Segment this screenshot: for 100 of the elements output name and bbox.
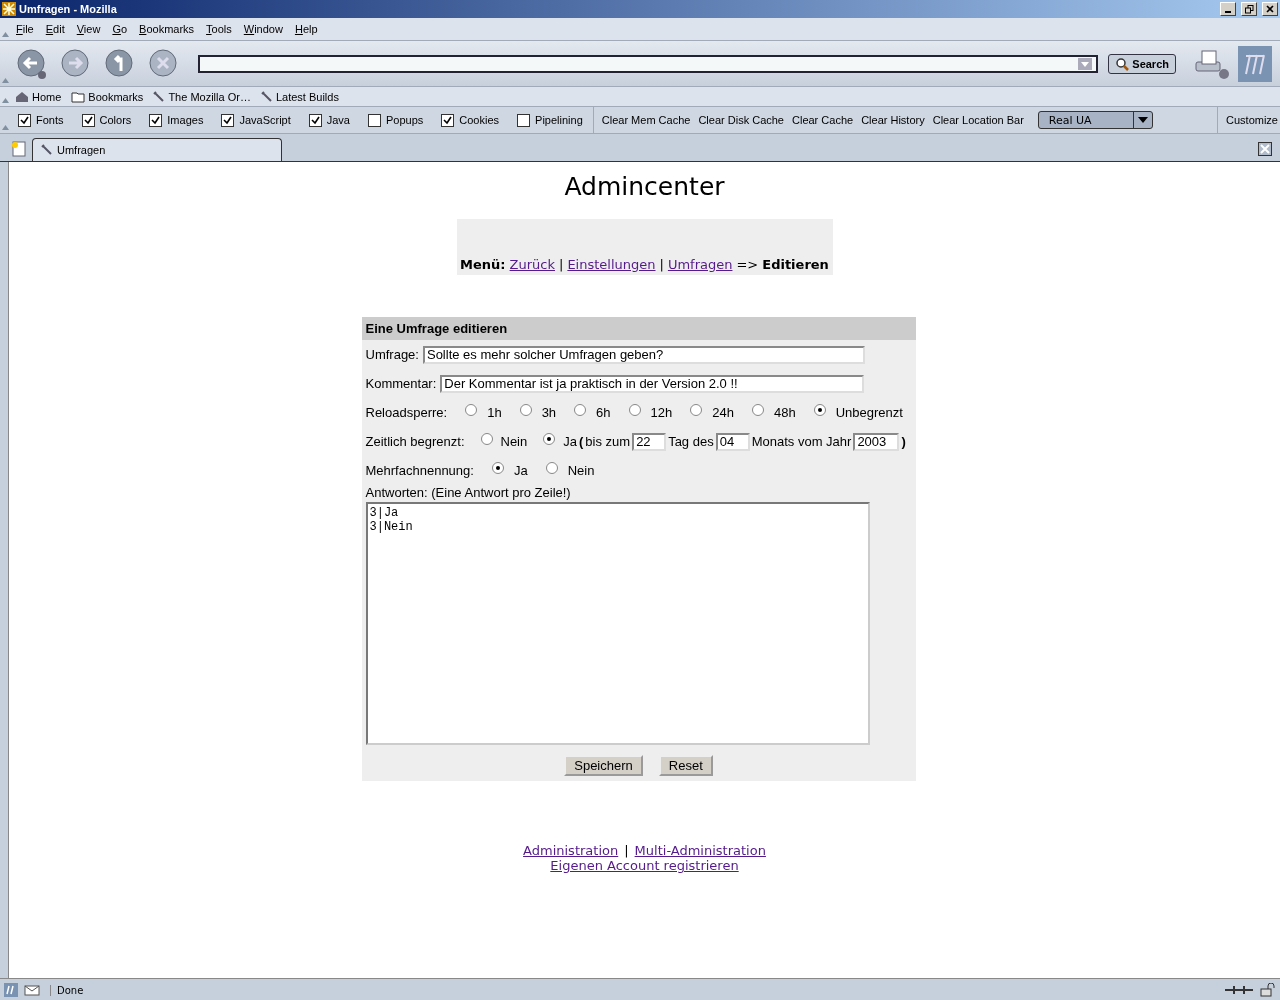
toolbar-button[interactable]: Clear Location Bar <box>928 114 1028 126</box>
radio-button[interactable] <box>519 403 532 416</box>
radio-button[interactable] <box>491 461 504 474</box>
customize-button[interactable]: Customize <box>1217 107 1280 133</box>
radio-label: Ja <box>513 463 528 478</box>
field-label: Monats vom Jahr <box>751 434 852 449</box>
menu-item[interactable]: Go <box>106 23 134 35</box>
checkbox[interactable] <box>368 113 381 127</box>
new-tab-icon[interactable] <box>10 140 28 158</box>
close-button[interactable] <box>1262 2 1278 16</box>
separator: | <box>659 257 664 272</box>
grip-icon[interactable] <box>1 78 9 83</box>
home-button[interactable]: Home <box>10 90 67 103</box>
toolbar-button[interactable]: Clear Disk Cache <box>694 114 788 126</box>
radio-button[interactable] <box>545 461 558 474</box>
menu-item[interactable]: View <box>70 23 107 35</box>
url-field[interactable] <box>198 54 1099 73</box>
search-icon <box>1115 56 1130 71</box>
radio-button[interactable] <box>628 403 641 416</box>
menu-item[interactable]: Tools <box>200 23 238 35</box>
bookmark-icon <box>260 90 273 103</box>
comment-field[interactable]: Der Kommentar ist ja praktisch in der Version 2.0 !! <box>440 374 865 393</box>
footer-link[interactable]: Multi-Administration <box>634 843 766 858</box>
day-field[interactable]: 22 <box>632 432 667 451</box>
checkbox-label: JavaScript <box>239 114 291 126</box>
toolbar-button[interactable]: Clear Cache <box>788 114 858 126</box>
radio-button[interactable] <box>574 403 587 416</box>
checkbox[interactable] <box>81 113 95 127</box>
checkbox[interactable] <box>441 113 455 127</box>
close-tab-icon[interactable] <box>1258 142 1272 156</box>
radio-button[interactable] <box>543 432 556 445</box>
minimize-button[interactable] <box>1220 2 1236 16</box>
bookmarks-button[interactable]: Bookmarks <box>66 90 149 103</box>
checkbox-label: Cookies <box>459 114 500 126</box>
logo-icon[interactable] <box>1238 45 1272 82</box>
reload-icon[interactable] <box>104 47 136 80</box>
checkbox-label: Fonts <box>36 114 64 126</box>
unlocked-padlock-icon <box>1260 983 1276 997</box>
grip-icon[interactable] <box>1 32 9 37</box>
printer-icon[interactable] <box>1194 47 1230 80</box>
reset-button[interactable]: Reset <box>658 755 713 776</box>
bookmark-link[interactable]: The Mozilla Or… <box>148 90 256 103</box>
browser-tab[interactable]: Umfragen <box>32 138 282 161</box>
menu-link[interactable]: Zurück <box>509 257 555 272</box>
month-field[interactable]: 04 <box>715 432 750 451</box>
menu-item[interactable]: File <box>10 23 40 35</box>
footer-link[interactable]: Administration <box>523 843 619 858</box>
menu-item[interactable]: Help <box>288 23 324 35</box>
bookmark-link[interactable]: Latest Builds <box>255 90 344 103</box>
menu-item[interactable]: Edit <box>39 23 71 35</box>
back-icon[interactable] <box>16 47 48 80</box>
answers-textarea[interactable]: 3|Ja 3|Nein <box>365 502 870 745</box>
radio-label: Nein <box>567 463 595 478</box>
forward-icon[interactable] <box>60 47 92 80</box>
search-button[interactable]: Search <box>1108 53 1176 74</box>
save-button[interactable]: Speichern <box>564 755 643 776</box>
menu-link[interactable]: Umfragen <box>667 257 733 272</box>
radio-button[interactable] <box>813 403 826 416</box>
menu-item[interactable]: Window <box>237 23 289 35</box>
arrow-text: => <box>736 257 759 272</box>
radio-button[interactable] <box>690 403 703 416</box>
field-label: bis zum <box>585 434 631 449</box>
checkbox[interactable] <box>18 113 31 127</box>
current-page: Editieren <box>762 257 829 272</box>
checkbox[interactable] <box>308 113 322 127</box>
question-field[interactable]: Sollte es mehr solcher Umfragen geben? <box>422 345 865 364</box>
logo-icon[interactable] <box>4 983 18 997</box>
toolbar-button[interactable]: Clear Mem Cache <box>597 114 695 126</box>
restore-button[interactable] <box>1241 2 1257 16</box>
radio-button[interactable] <box>480 432 493 445</box>
paren-text: ( <box>579 434 584 449</box>
field-label: Antworten: (Eine Antwort pro Zeile!) <box>364 485 572 502</box>
radio-button[interactable] <box>465 403 478 416</box>
checkbox-label: Images <box>167 114 204 126</box>
checkbox[interactable] <box>221 113 235 127</box>
house-icon <box>15 90 29 103</box>
user-agent-dropdown[interactable]: Real UA <box>1037 111 1153 129</box>
stop-icon[interactable] <box>148 47 180 80</box>
sidebar-grip[interactable] <box>0 162 9 978</box>
checkbox[interactable] <box>517 113 531 127</box>
checkbox[interactable] <box>149 113 163 127</box>
page-heading: Admincenter <box>564 172 725 201</box>
field-label: Tag des <box>668 434 714 449</box>
field-label: Umfrage: <box>365 347 419 362</box>
window-title: Umfragen - Mozilla <box>19 3 117 15</box>
restore-icon <box>1244 4 1254 14</box>
connection-icon <box>1224 984 1254 996</box>
year-field[interactable]: 2003 <box>853 432 900 451</box>
radio-button[interactable] <box>751 403 764 416</box>
menu-item[interactable]: Bookmarks <box>133 23 201 35</box>
separator: | <box>624 843 629 858</box>
register-link[interactable]: Eigenen Account registrieren <box>550 858 739 873</box>
checkbox-label: Colors <box>99 114 132 126</box>
menu-label: Menü: <box>460 257 506 272</box>
toolbar-button[interactable]: Clear History <box>857 114 929 126</box>
grip-icon[interactable] <box>1 125 9 130</box>
radio-label: Unbegrenzt <box>835 405 903 420</box>
checkbox-label: Popups <box>386 114 424 126</box>
menu-link[interactable]: Einstellungen <box>567 257 656 272</box>
grip-icon[interactable] <box>1 98 9 103</box>
